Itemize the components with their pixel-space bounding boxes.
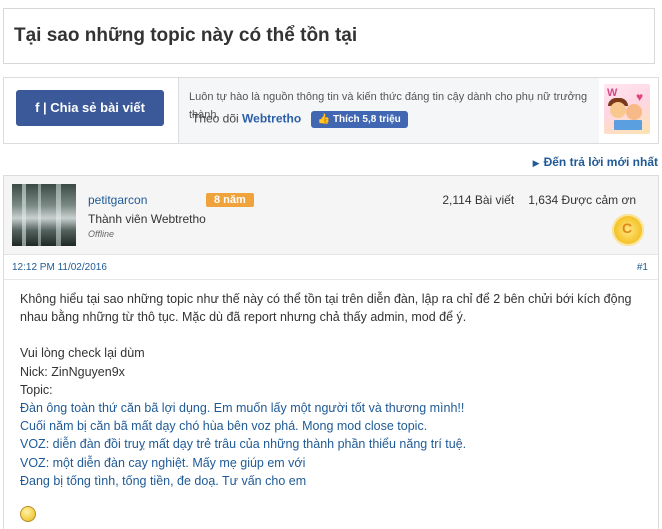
user-title: Thành viên Webtretho [88, 212, 206, 226]
user-stats: 2,114 Bài viết 1,634 Được cảm ơn [442, 193, 636, 207]
topic-link[interactable]: VOZ: một diễn đàn cay nghiệt. Mấy mẹ giú… [20, 454, 640, 472]
topic-link[interactable]: VOZ: diễn đàn đồi truỵ mất dạy trẻ trâu … [20, 435, 640, 453]
post-body: Không hiểu tại sao những topic như thế n… [20, 290, 640, 490]
post-line-topic: Topic: [20, 382, 53, 397]
username-link[interactable]: petitgarcon [88, 193, 147, 207]
thread-title-box: Tại sao những topic này có thể tồn tại [3, 8, 655, 64]
like-count: Thích 5,8 triệu [332, 114, 401, 125]
topic-link[interactable]: Cuối năm bị căn bã mất dạy chó hùa bên v… [20, 417, 640, 435]
thread-title: Tại sao những topic này có thể tồn tại [14, 25, 358, 46]
post-line-check: Vui lòng check lại dùm [20, 346, 145, 361]
posts-count: 2,114 Bài viết [442, 193, 515, 207]
avatar[interactable] [12, 184, 76, 246]
thumbs-up-icon: 👍 [317, 114, 330, 125]
post-timestamp: 12:12 PM 11/02/2016 [12, 262, 107, 273]
medal-icon: C [612, 214, 644, 246]
topic-link[interactable]: Đàn ông toàn thứ căn bã lợi dụng. Em muố… [20, 399, 640, 417]
online-status: Offline [88, 229, 115, 239]
post-header: petitgarcon 8 năm Thành viên Webtretho O… [4, 176, 658, 255]
post-line-nick: Nick: ZinNguyen9x [20, 364, 125, 379]
membership-badge: 8 năm [206, 193, 254, 207]
share-panel: f | Chia sẻ bài viết Luôn tự hào là nguồ… [3, 77, 659, 144]
post-number-link[interactable]: #1 [637, 262, 648, 273]
latest-reply-label: Đến trả lời mới nhất [543, 155, 658, 169]
post: petitgarcon 8 năm Thành viên Webtretho O… [3, 175, 659, 529]
webtretho-logo[interactable]: W ♥ [604, 84, 650, 134]
brand-link[interactable]: Webtretho [242, 112, 301, 126]
smiley-icon [20, 506, 36, 522]
share-button-area: f | Chia sẻ bài viết [4, 78, 179, 143]
thanks-count: 1,634 Được cảm ơn [528, 193, 636, 207]
triangle-right-icon: ▶ [532, 158, 540, 168]
post-paragraph: Không hiểu tại sao những topic như thế n… [20, 292, 632, 325]
post-meta-bar: 12:12 PM 11/02/2016 #1 [4, 255, 658, 280]
latest-reply-link[interactable]: ▶ Đến trả lời mới nhất [533, 155, 658, 169]
follow-label: Theo dõi [192, 111, 239, 126]
facebook-like-button[interactable]: 👍 Thích 5,8 triệu [310, 111, 408, 128]
follow-row: Theo dõi Webtretho 👍 Thích 5,8 triệu [192, 111, 408, 128]
topic-link[interactable]: Đang bị tống tình, tống tiền, đe doạ. Tư… [20, 472, 640, 490]
facebook-share-button[interactable]: f | Chia sẻ bài viết [16, 90, 164, 126]
